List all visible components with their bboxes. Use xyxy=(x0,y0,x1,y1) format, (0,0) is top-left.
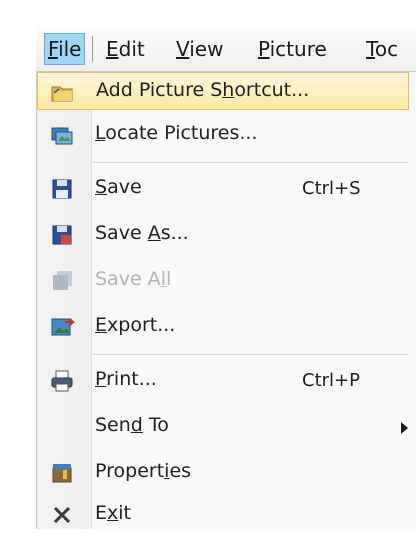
menubar-divider xyxy=(92,36,93,62)
menu-item-label: Save All xyxy=(95,268,172,290)
menu-item-save-as[interactable]: Save As... xyxy=(37,216,409,254)
save-all-icon xyxy=(53,271,72,290)
floppy-disk-icon xyxy=(52,179,72,199)
menu-item-label: Export... xyxy=(95,314,176,336)
shortcut-label: Ctrl+P xyxy=(302,370,360,391)
menu-item-send-to[interactable]: Send To xyxy=(37,408,409,446)
submenu-arrow-icon xyxy=(401,422,408,434)
printer-icon xyxy=(51,370,73,392)
menu-item-label: Print... xyxy=(95,368,157,390)
menu-edit[interactable]: Edit xyxy=(106,34,145,64)
menu-separator xyxy=(93,162,409,163)
menu-item-properties[interactable]: Properties xyxy=(37,454,409,492)
menu-item-exit[interactable]: Exit xyxy=(37,496,409,534)
menu-file[interactable]: File xyxy=(44,33,86,65)
menu-item-label: Save xyxy=(95,176,142,198)
folder-add-icon xyxy=(51,86,73,102)
menu-view[interactable]: View xyxy=(176,34,223,64)
menu-item-label: Add Picture Shortcut... xyxy=(96,79,310,101)
menu-item-save[interactable]: Save Ctrl+S xyxy=(37,170,409,208)
export-icon xyxy=(51,318,75,336)
menu-item-add-picture-shortcut[interactable]: Add Picture Shortcut... xyxy=(37,72,409,110)
save-as-icon xyxy=(52,225,72,245)
menu-item-label: Properties xyxy=(95,460,192,482)
menu-tools[interactable]: Toc xyxy=(366,34,398,64)
menu-item-export[interactable]: Export... xyxy=(37,308,409,346)
menu-item-label: Locate Pictures... xyxy=(95,122,258,144)
menu-item-save-all[interactable]: Save All xyxy=(37,262,409,300)
menu-item-locate-pictures[interactable]: Locate Pictures... xyxy=(37,116,409,154)
menu-item-label: Save As... xyxy=(95,222,189,244)
shortcut-label: Ctrl+S xyxy=(302,178,361,199)
properties-icon xyxy=(52,464,72,483)
menu-picture[interactable]: Picture xyxy=(258,34,327,64)
file-menu-dropdown: Add Picture Shortcut... Locate Pictures.… xyxy=(36,72,416,529)
menu-bar: File Edit View Picture Toc xyxy=(36,26,416,72)
menu-item-print[interactable]: Print... Ctrl+P xyxy=(37,362,409,400)
menu-item-label: Send To xyxy=(95,414,169,436)
menu-item-label: Exit xyxy=(95,502,131,524)
menu-separator xyxy=(93,354,409,355)
close-x-icon xyxy=(53,506,71,524)
locate-pictures-icon xyxy=(51,127,73,145)
